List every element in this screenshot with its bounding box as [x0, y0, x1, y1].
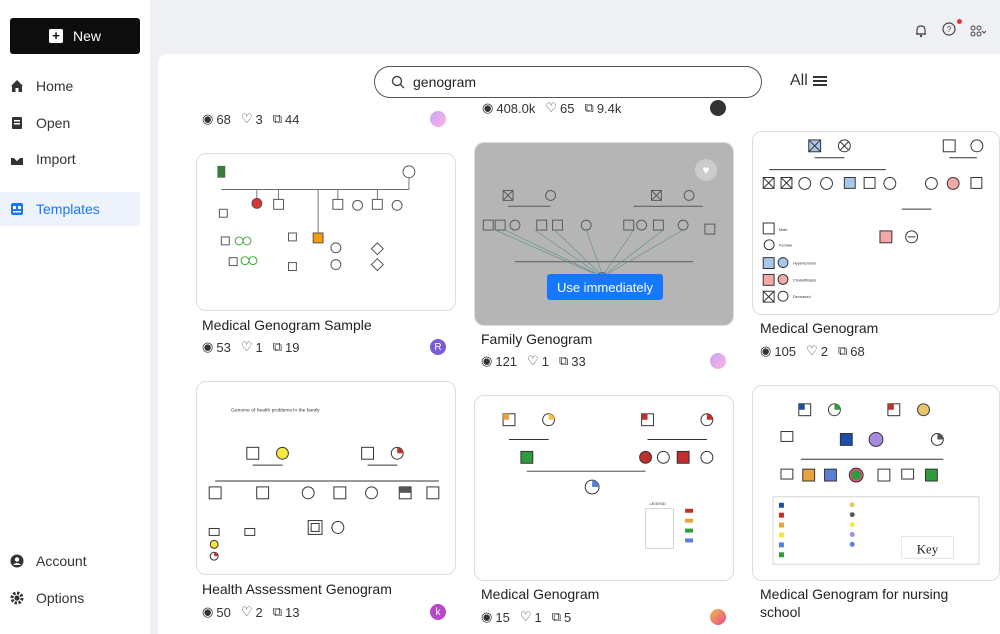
template-card-medical-genogram-for-nursing-school[interactable]: Key	[752, 385, 1000, 581]
card-title[interactable]: Medical Genogram for nursing school	[760, 585, 990, 621]
sidebar-item-label: Options	[36, 590, 85, 606]
template-card-medical-genogram[interactable]: Male Female Hypertension Cholelithiasis …	[752, 131, 1000, 315]
views-icon: ◉	[481, 353, 493, 368]
heart-icon: ♡	[519, 609, 532, 624]
heart-icon: ♡	[240, 339, 253, 354]
sidebar-item-label: Import	[36, 151, 76, 167]
open-icon	[12, 117, 22, 129]
menu-icon	[812, 76, 827, 86]
sidebar-item-label: Account	[36, 553, 87, 569]
legend-text: Hypertension	[793, 261, 816, 266]
legend-text: Cholelithiasis	[793, 277, 816, 282]
avatar[interactable]: R	[430, 339, 446, 355]
gear-icon	[10, 591, 24, 605]
template-card-family-genogram[interactable]: ♥ Use immediately	[474, 142, 734, 326]
home-icon	[11, 80, 23, 92]
avatar[interactable]: k	[430, 604, 446, 620]
heart-icon: ♡	[240, 111, 253, 126]
svg-text:?: ?	[947, 25, 952, 34]
new-button-label: New	[72, 28, 101, 44]
sidebar-item-label: Templates	[36, 201, 100, 217]
views-icon: ◉	[482, 100, 494, 115]
card-thumbnail: Male Female Hypertension Cholelithiasis …	[762, 139, 984, 303]
account-icon	[10, 554, 24, 568]
avatar[interactable]	[710, 353, 726, 369]
views-icon: ◉	[202, 339, 214, 354]
bell-icon[interactable]	[914, 24, 928, 38]
heart-icon: ♡	[545, 100, 558, 115]
views-icon: ◉	[202, 111, 214, 126]
card-stats: ◉ 408.0k ♡ 65 ⧉ 9.4k	[482, 100, 622, 116]
card-title[interactable]: Health Assessment Genogram	[202, 580, 392, 598]
copy-icon: ⧉	[551, 609, 561, 624]
favorite-heart-icon[interactable]: ♥	[695, 159, 717, 181]
sidebar-item-templates[interactable]: Templates	[0, 192, 140, 226]
legend-text: Female	[779, 243, 793, 248]
card-stats: ◉ 15 ♡ 1 ⧉ 5	[481, 609, 572, 625]
legend-text: Deceased	[793, 294, 811, 299]
search-icon	[391, 75, 405, 89]
filter-label: All	[790, 72, 808, 89]
copy-icon: ⧉	[272, 604, 282, 619]
sidebar-item-label: Home	[36, 78, 74, 94]
card-title[interactable]: Family Genogram	[481, 330, 592, 348]
thumbnail-key-label: Key	[917, 542, 939, 556]
sidebar-item-home[interactable]: Home	[0, 69, 140, 103]
avatar[interactable]	[710, 609, 726, 625]
sidebar-item-account[interactable]: Account	[0, 544, 140, 578]
avatar[interactable]	[710, 100, 726, 116]
card-stats: ◉ 50 ♡ 2 ⧉ 13	[202, 604, 300, 620]
sidebar-item-import[interactable]: Import	[0, 142, 140, 176]
template-card-medical-genogram-2[interactable]: LEGEND	[474, 395, 734, 581]
new-button[interactable]: + New	[10, 18, 140, 54]
card-stats: ◉ 68 ♡ 3 ⧉ 44	[202, 111, 300, 127]
template-card-health-assessment-genogram[interactable]: Genome of health problems in the family	[196, 381, 456, 575]
card-title[interactable]: Medical Genogram Sample	[202, 316, 372, 334]
card-stats: ◉ 53 ♡ 1 ⧉ 19	[202, 339, 300, 355]
copy-icon: ⧉	[584, 100, 594, 115]
search-box[interactable]	[374, 66, 762, 98]
thumbnail-heading: Genome of health problems in the family	[231, 408, 320, 414]
card-thumbnail	[217, 165, 416, 272]
views-icon: ◉	[481, 609, 493, 624]
card-title[interactable]: Medical Genogram	[760, 319, 878, 337]
search-input[interactable]	[413, 74, 733, 90]
template-card-medical-genogram-sample[interactable]	[196, 153, 456, 311]
help-icon[interactable]: ?	[942, 19, 962, 39]
heart-icon: ♡	[527, 353, 539, 368]
copy-icon: ⧉	[837, 343, 848, 358]
card-title[interactable]: Medical Genogram	[481, 585, 599, 603]
topbar-icons: ?	[914, 19, 986, 39]
thumbnail-legend-title: LEGEND	[650, 501, 666, 506]
copy-icon: ⧉	[558, 353, 569, 368]
notification-dot	[957, 19, 962, 24]
use-immediately-button[interactable]: Use immediately	[547, 274, 663, 300]
templates-icon	[11, 203, 23, 215]
copy-icon: ⧉	[272, 111, 282, 126]
card-stats: ◉ 105 ♡ 2 ⧉ 68	[760, 343, 865, 359]
filter-all-dropdown[interactable]: All	[790, 72, 828, 90]
avatar[interactable]	[430, 111, 446, 127]
card-thumbnail: Genome of health problems in the family	[208, 408, 440, 561]
import-icon	[11, 153, 23, 165]
plus-icon: +	[48, 29, 63, 43]
sidebar-item-open[interactable]: Open	[0, 106, 140, 140]
sidebar-item-label: Open	[36, 115, 71, 131]
card-thumbnail: LEGEND	[502, 413, 714, 549]
question-icon: ?	[942, 22, 956, 36]
heart-icon: ♡	[240, 604, 253, 619]
heart-icon: ♡	[806, 343, 818, 358]
template-gallery: All ◉68 ♡3 ⧉44 ◉408.0k ♡65 ⧉9.4k	[158, 54, 1000, 634]
apps-grid-icon[interactable]	[970, 24, 986, 38]
views-icon: ◉	[202, 604, 214, 619]
card-stats: ◉ 121 ♡ 1 ⧉ 33	[481, 353, 586, 369]
card-thumbnail: Key	[772, 403, 980, 565]
views-icon: ◉	[760, 343, 772, 358]
sidebar: + New Home Open Import Templates Account…	[0, 0, 150, 634]
sidebar-item-options[interactable]: Options	[0, 581, 140, 615]
copy-icon: ⧉	[272, 339, 282, 354]
legend-text: Male	[779, 227, 788, 232]
